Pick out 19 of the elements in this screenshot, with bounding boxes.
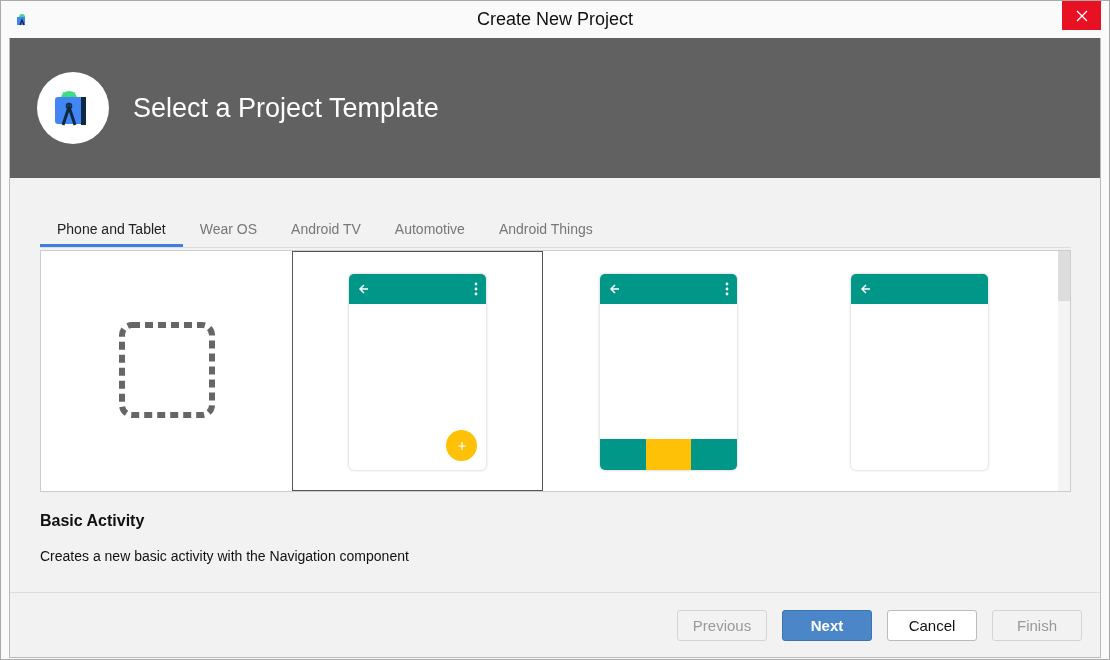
app-icon [16, 13, 28, 26]
tab[interactable]: Android TV [274, 214, 378, 247]
next-button[interactable]: Next [782, 609, 872, 641]
plus-icon [456, 440, 467, 451]
tab[interactable]: Android Things [481, 214, 610, 247]
tab[interactable]: Phone and Tablet [40, 214, 183, 247]
cancel-button[interactable]: Cancel [887, 609, 977, 641]
tab[interactable]: Wear OS [182, 214, 275, 247]
template-description: Creates a new basic activity with the Navigation component [40, 548, 410, 564]
window-title: Create New Project [476, 9, 634, 30]
header-title: Select a Project Template [133, 92, 439, 124]
close-icon[interactable] [1075, 9, 1088, 22]
scrollbar[interactable] [1058, 251, 1070, 491]
tab[interactable]: Automotive [377, 214, 482, 247]
more-icon [725, 281, 729, 297]
template-card[interactable] [292, 251, 543, 491]
more-icon [474, 281, 478, 297]
dashed-square-icon [118, 322, 215, 418]
template-title: Basic Activity [40, 512, 146, 530]
